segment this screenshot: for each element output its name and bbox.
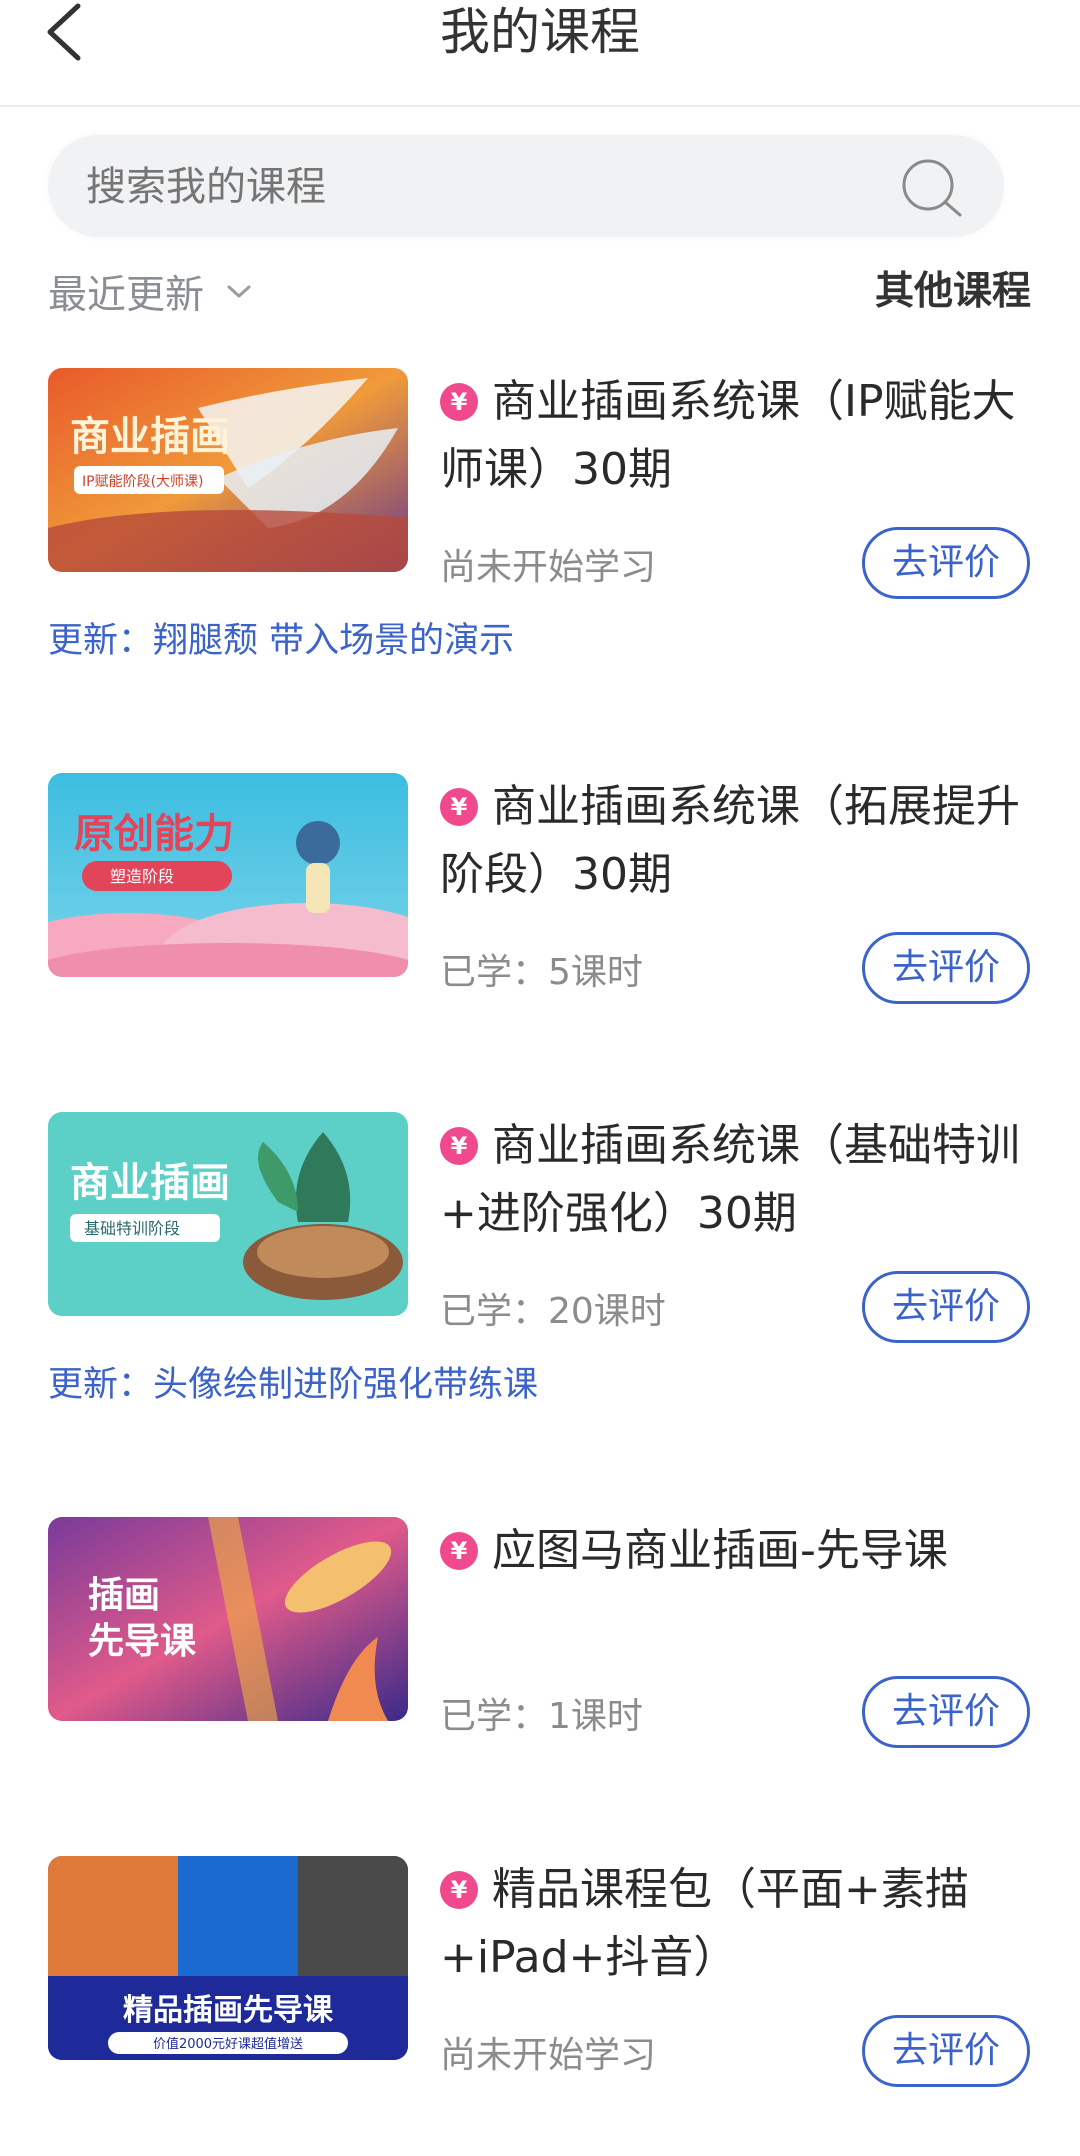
other-courses-link[interactable]: 其他课程 [875,262,1031,322]
chevron-down-icon [227,285,251,298]
course-progress: 已学：20课时 [440,1291,666,1332]
top-bar: 我的课程 [0,0,1080,107]
course-title-text: 商业插画系统课（拓展提升阶段）30期 [440,781,1020,900]
yen-icon: ¥ [440,1871,478,1909]
course-title[interactable]: ¥ 应图马商业插画-先导课 [440,1517,1040,1585]
course-title[interactable]: ¥ 精品课程包（平面+素描+iPad+抖音） [440,1856,1040,1992]
course-progress: 尚未开始学习 [440,2035,657,2076]
rate-button[interactable]: 去评价 [862,1676,1030,1748]
thumb-subtitle: 塑造阶段 [110,867,174,886]
course-update[interactable]: 更新：翔腿颓 带入场景的演示 [48,616,514,666]
sort-dropdown[interactable]: 最近更新 [48,262,252,322]
rate-button[interactable]: 去评价 [862,1271,1030,1343]
thumb-subtitle: 价值2000元好课超值增送 [153,2036,303,2052]
thumb-title: 插画 [88,1574,160,1616]
search-icon[interactable] [898,155,968,219]
course-thumbnail[interactable]: 插画 先导课 [48,1517,408,1721]
thumb-title: 商业插画 [70,413,230,460]
course-item[interactable]: 精品插画先导课 价值2000元好课超值增送 ¥ 精品课程包（平面+素描+iPad+… [0,1856,1080,2156]
course-progress: 尚未开始学习 [440,547,657,588]
course-thumbnail[interactable]: 原创能力 塑造阶段 [48,773,408,977]
thumb-title: 商业插画 [70,1159,230,1206]
sort-label: 最近更新 [48,273,205,318]
course-item[interactable]: 商业插画 基础特训阶段 ¥ 商业插画系统课（基础特训+进阶强化）30期 已学：20… [0,1112,1080,1412]
thumb-subtitle: IP赋能阶段(大师课) [82,474,204,490]
course-title-text: 应图马商业插画-先导课 [492,1525,948,1576]
course-progress: 已学：1课时 [440,1696,643,1737]
yen-icon: ¥ [440,788,478,826]
course-item[interactable]: 原创能力 塑造阶段 ¥ 商业插画系统课（拓展提升阶段）30期 已学：5课时 去评价 [0,773,1080,1073]
back-button[interactable] [38,0,118,64]
search-bar [48,135,1004,239]
course-title-text: 商业插画系统课（IP赋能大师课）30期 [440,376,1016,495]
yen-icon: ¥ [440,1532,478,1570]
thumb-subtitle: 基础特训阶段 [84,1219,180,1238]
thumb-title: 原创能力 [74,810,234,857]
course-title[interactable]: ¥ 商业插画系统课（IP赋能大师课）30期 [440,368,1040,504]
course-thumbnail[interactable]: 商业插画 IP赋能阶段(大师课) [48,368,408,572]
course-title[interactable]: ¥ 商业插画系统课（拓展提升阶段）30期 [440,773,1040,909]
course-item[interactable]: 商业插画 IP赋能阶段(大师课) ¥ 商业插画系统课（IP赋能大师课）30期 尚未… [0,368,1080,668]
course-item[interactable]: 插画 先导课 ¥ 应图马商业插画-先导课 已学：1课时 去评价 [0,1517,1080,1817]
thumb-subtitle: 先导课 [88,1620,196,1662]
rate-button[interactable]: 去评价 [862,527,1030,599]
course-update[interactable]: 更新：头像绘制进阶强化带练课 [48,1360,538,1410]
search-input[interactable] [84,135,908,239]
rate-button[interactable]: 去评价 [862,2015,1030,2087]
course-thumbnail[interactable]: 精品插画先导课 价值2000元好课超值增送 [48,1856,408,2060]
yen-icon: ¥ [440,1127,478,1165]
course-title-text: 商业插画系统课（基础特训+进阶强化）30期 [440,1120,1020,1239]
rate-button[interactable]: 去评价 [862,932,1030,1004]
page-title: 我的课程 [440,3,640,61]
yen-icon: ¥ [440,383,478,421]
course-thumbnail[interactable]: 商业插画 基础特训阶段 [48,1112,408,1316]
course-title-text: 精品课程包（平面+素描+iPad+抖音） [440,1864,969,1983]
chevron-left-icon [47,3,81,61]
course-title[interactable]: ¥ 商业插画系统课（基础特训+进阶强化）30期 [440,1112,1040,1248]
course-progress: 已学：5课时 [440,952,643,993]
thumb-title: 精品插画先导课 [123,1993,334,2028]
